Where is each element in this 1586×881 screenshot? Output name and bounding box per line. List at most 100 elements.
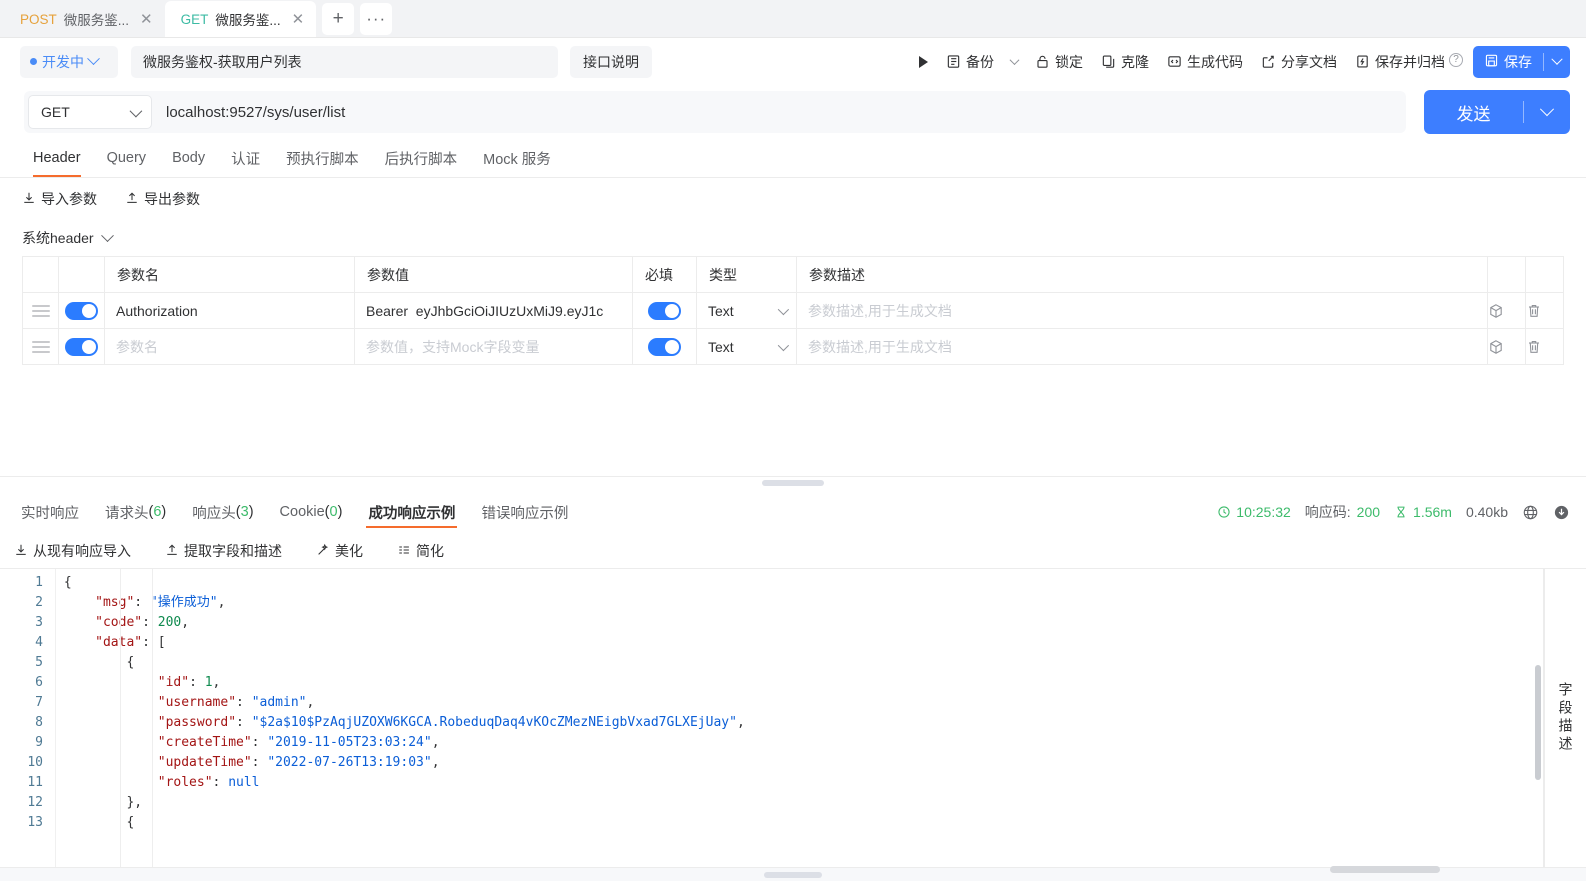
tab-cookies[interactable]: Cookie(0) — [267, 490, 356, 534]
api-name-input[interactable] — [131, 46, 558, 78]
tab-mock-service[interactable]: Mock 服务 — [470, 139, 564, 177]
save-and-archive-button[interactable]: 保存并归档 — [1346, 46, 1447, 78]
param-value-cell[interactable] — [355, 293, 633, 329]
trash-icon[interactable] — [1526, 338, 1542, 354]
param-type-select[interactable]: Text — [697, 303, 796, 319]
backup-dropdown[interactable] — [1003, 46, 1026, 78]
system-header-toggle[interactable]: 系统header — [0, 220, 1586, 256]
extract-fields-button[interactable]: 提取字段和描述 — [165, 541, 282, 561]
download-response-icon[interactable] — [1553, 504, 1570, 521]
param-desc-input[interactable] — [797, 330, 1487, 364]
tab-body[interactable]: Body — [159, 139, 218, 177]
box-icon[interactable] — [1488, 302, 1504, 318]
enable-toggle[interactable] — [65, 338, 98, 356]
bottom-grip[interactable] — [764, 872, 822, 878]
param-desc-cell[interactable] — [797, 329, 1488, 365]
lock-button[interactable]: 锁定 — [1026, 46, 1092, 78]
beautify-button[interactable]: 美化 — [316, 541, 363, 561]
code-line: "updateTime": "2022-07-26T13:19:03", — [56, 753, 1543, 773]
field-description-panel-toggle[interactable]: 字段描述 — [1544, 569, 1586, 867]
vertical-scrollbar[interactable] — [1535, 665, 1541, 780]
tab-error-example[interactable]: 错误响应示例 — [468, 490, 581, 534]
export-params-label: 导出参数 — [144, 189, 200, 209]
generate-code-button[interactable]: 生成代码 — [1158, 46, 1252, 78]
param-delete-cell[interactable] — [1526, 293, 1564, 329]
enable-cell[interactable] — [59, 293, 105, 329]
param-desc-input[interactable] — [797, 294, 1487, 328]
type-cell[interactable]: Text — [697, 329, 797, 365]
simplify-button[interactable]: 简化 — [397, 541, 444, 561]
tab-pre-script[interactable]: 预执行脚本 — [273, 139, 372, 177]
more-tabs-icon[interactable]: ··· — [360, 3, 392, 35]
param-name-cell[interactable] — [105, 293, 355, 329]
tab-success-example[interactable]: 成功响应示例 — [355, 490, 468, 534]
save-dropdown[interactable] — [1544, 46, 1570, 78]
tab-header[interactable]: Header — [20, 139, 94, 177]
run-button[interactable] — [910, 46, 937, 78]
backup-button[interactable]: 备份 — [937, 46, 1003, 78]
required-cell[interactable] — [633, 293, 697, 329]
param-value-input[interactable] — [355, 330, 632, 364]
splitter-grip[interactable] — [762, 480, 824, 486]
import-params-button[interactable]: 导入参数 — [22, 189, 97, 209]
json-editor[interactable]: 12345678910111213 { "msg": "操作成功", "code… — [0, 569, 1544, 867]
json-content[interactable]: { "msg": "操作成功", "code": 200, "data": [ … — [56, 569, 1543, 867]
api-status-dropdown[interactable]: 开发中 — [20, 46, 118, 78]
save-button[interactable]: 保存 — [1473, 46, 1570, 78]
required-toggle[interactable] — [648, 338, 681, 356]
new-tab-icon[interactable]: + — [322, 3, 354, 35]
param-desc-cell[interactable] — [797, 293, 1488, 329]
drag-handle-icon[interactable] — [23, 341, 58, 353]
import-from-existing-button[interactable]: 从现有响应导入 — [14, 541, 131, 561]
param-type-value: Text — [708, 303, 734, 319]
tab-live-response[interactable]: 实时响应 — [8, 490, 92, 534]
list-icon — [397, 543, 411, 560]
code-line: "code": 200, — [56, 613, 1543, 633]
drag-handle-icon[interactable] — [23, 305, 58, 317]
panel-splitter[interactable] — [0, 476, 1586, 490]
request-tab-post[interactable]: POST 微服务鉴... ✕ — [4, 1, 165, 37]
type-cell[interactable]: Text — [697, 293, 797, 329]
tab-auth[interactable]: 认证 — [218, 139, 273, 177]
tab-query[interactable]: Query — [94, 139, 160, 177]
drag-handle-cell[interactable] — [23, 329, 59, 365]
param-extra-cell[interactable] — [1488, 329, 1526, 365]
enable-toggle[interactable] — [65, 302, 98, 320]
bottom-resizer[interactable] — [0, 867, 1586, 881]
horizontal-scrollbar[interactable] — [1330, 866, 1440, 873]
required-cell[interactable] — [633, 329, 697, 365]
close-icon[interactable]: ✕ — [140, 12, 153, 27]
tab-response-headers[interactable]: 响应头(3) — [179, 490, 266, 534]
param-delete-cell[interactable] — [1526, 329, 1564, 365]
param-extra-cell[interactable] — [1488, 293, 1526, 329]
param-name-input[interactable] — [105, 330, 354, 364]
param-type-select[interactable]: Text — [697, 339, 796, 355]
request-tab-get[interactable]: GET 微服务鉴... ✕ — [165, 1, 317, 37]
close-icon[interactable]: ✕ — [292, 12, 305, 27]
export-params-button[interactable]: 导出参数 — [125, 189, 200, 209]
trash-icon[interactable] — [1526, 302, 1542, 318]
save-button-main[interactable]: 保存 — [1473, 46, 1543, 78]
response-code-label: 响应码: — [1305, 502, 1351, 522]
api-description-button[interactable]: 接口说明 — [570, 46, 652, 78]
box-icon[interactable] — [1488, 338, 1504, 354]
tab-post-script[interactable]: 后执行脚本 — [372, 139, 471, 177]
param-name-input[interactable] — [105, 294, 354, 328]
send-dropdown[interactable] — [1524, 107, 1570, 117]
required-toggle[interactable] — [648, 302, 681, 320]
param-name-cell[interactable] — [105, 329, 355, 365]
drag-handle-cell[interactable] — [23, 293, 59, 329]
http-method-select[interactable]: GET — [28, 95, 152, 129]
globe-icon[interactable] — [1522, 504, 1539, 521]
param-value-cell[interactable] — [355, 329, 633, 365]
enable-cell[interactable] — [59, 329, 105, 365]
clone-button[interactable]: 克隆 — [1092, 46, 1158, 78]
help-icon[interactable]: ? — [1449, 53, 1463, 67]
param-table-container: 参数名 参数值 必填 类型 参数描述 — [0, 256, 1586, 365]
url-input[interactable] — [152, 92, 1406, 132]
tab-request-headers[interactable]: 请求头(6) — [92, 490, 179, 534]
share-doc-button[interactable]: 分享文档 — [1252, 46, 1346, 78]
param-value-input[interactable] — [355, 294, 632, 328]
response-code: 响应码: 200 — [1305, 502, 1380, 522]
send-button[interactable]: 发送 — [1424, 90, 1570, 134]
